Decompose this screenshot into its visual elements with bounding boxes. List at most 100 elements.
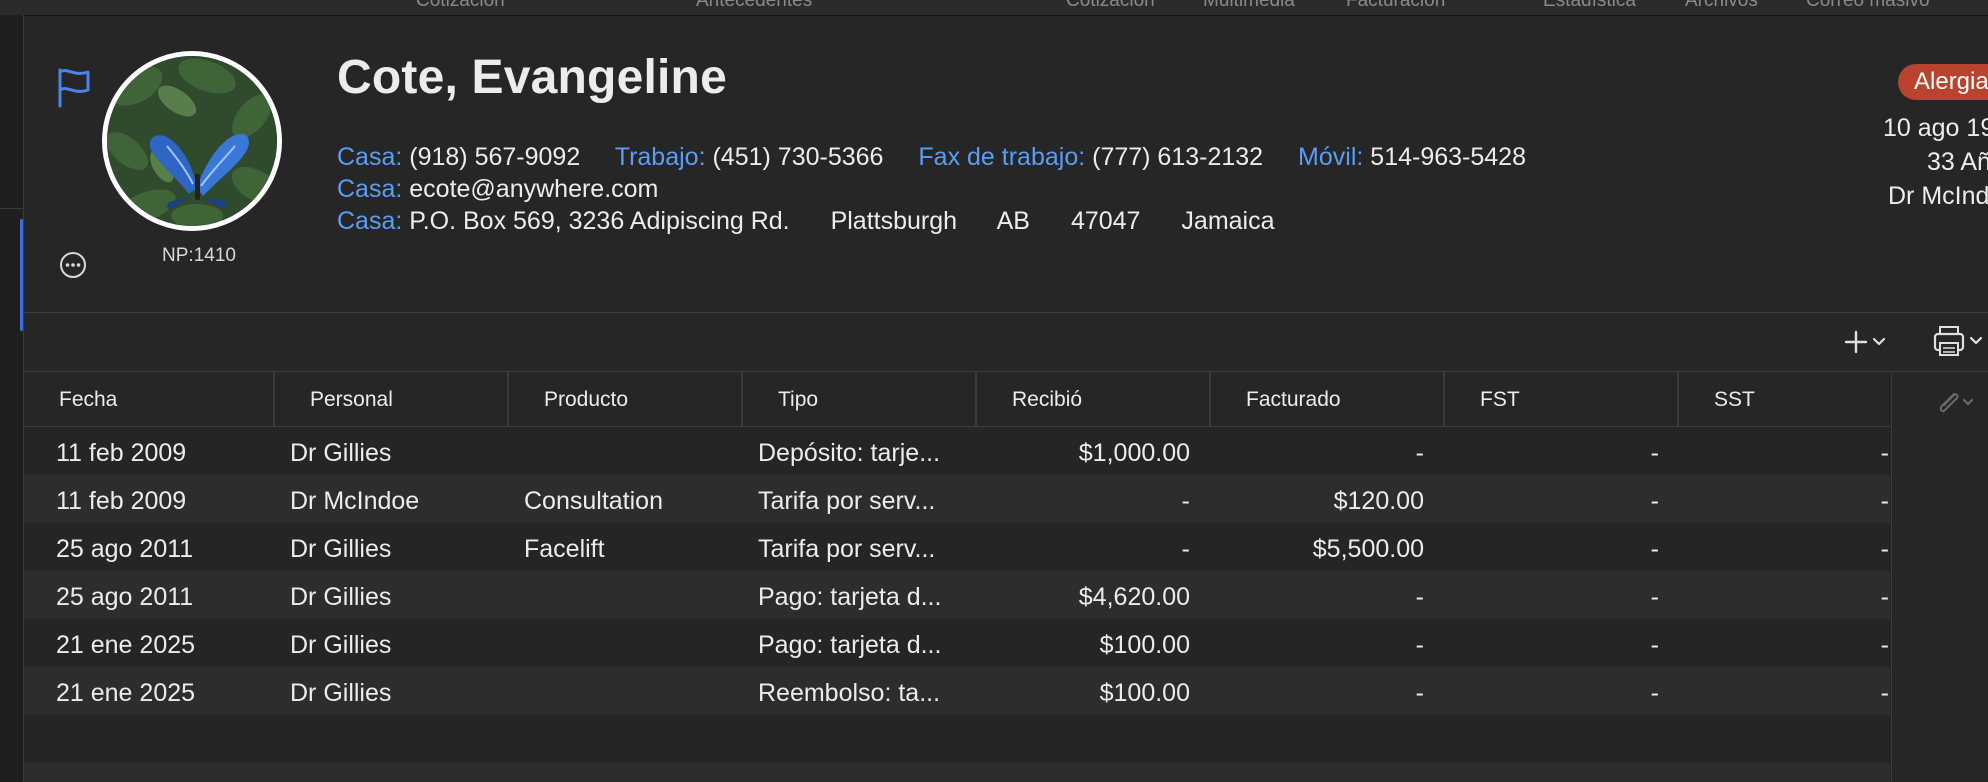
tab-multimedia[interactable]: Multimedia xyxy=(1203,0,1295,12)
tab-estadistica[interactable]: Estadística xyxy=(1543,0,1636,12)
column-header-tipo[interactable]: Tipo xyxy=(741,372,976,426)
cell-fst: - xyxy=(1650,487,1659,515)
table-row[interactable]: 21 ene 2025 Dr Gillies Pago: tarjeta d... $… xyxy=(24,619,1890,667)
patient-name: Cote, Evangeline xyxy=(337,51,727,104)
table-row[interactable]: 25 ago 2011 Dr Gillies Pago: tarjeta d... $… xyxy=(24,571,1890,619)
attachments-panel xyxy=(1891,372,1988,782)
patient-age: 33 Año xyxy=(1927,148,1988,176)
assigned-doctor: Dr McIndo xyxy=(1888,182,1988,210)
table-row[interactable]: 25 ago 2011 Dr Gillies Facelift Tarifa por … xyxy=(24,523,1890,571)
cell-personal: Dr Gillies xyxy=(290,535,392,563)
empty-row xyxy=(24,763,1890,782)
left-rail xyxy=(0,15,24,782)
cell-tipo: Depósito: tarje... xyxy=(758,439,941,467)
cell-fst: - xyxy=(1650,583,1659,611)
cell-producto xyxy=(524,667,744,715)
cell-recibio: $1,000.00 xyxy=(1078,439,1190,467)
cell-facturado: - xyxy=(1415,679,1424,707)
cell-fecha: 25 ago 2011 xyxy=(56,583,194,611)
plus-icon[interactable] xyxy=(1842,327,1898,357)
cell-tipo: Tarifa por serv... xyxy=(758,535,936,563)
address-city[interactable]: Plattsburgh xyxy=(831,207,957,235)
cell-personal: Dr McIndoe xyxy=(290,487,420,515)
cell-fst: - xyxy=(1650,679,1659,707)
cell-facturado: - xyxy=(1415,583,1424,611)
paperclip-icon[interactable] xyxy=(1934,388,1974,418)
cell-tipo: Pago: tarjeta d... xyxy=(758,631,942,659)
cell-producto xyxy=(524,619,744,667)
top-tab-strip: Cotización Antecedentes Cotización Multi… xyxy=(0,0,1988,16)
cell-personal: Dr Gillies xyxy=(290,439,392,467)
printer-icon[interactable] xyxy=(1929,323,1988,359)
address-zip[interactable]: 47047 xyxy=(1071,207,1141,235)
cell-producto xyxy=(524,571,744,619)
cell-facturado: $120.00 xyxy=(1333,487,1424,515)
tab-correo-masivo[interactable]: Correo masivo xyxy=(1806,0,1930,12)
date-of-birth: 10 ago 199 xyxy=(1883,114,1988,142)
transactions-table: Fecha Personal Producto Tipo Recibió Fac… xyxy=(24,372,1890,782)
cell-tipo: Tarifa por serv... xyxy=(758,487,936,515)
column-header-facturado[interactable]: Facturado xyxy=(1209,372,1444,426)
cell-facturado: $5,500.00 xyxy=(1312,535,1424,563)
tab-cotizacion-2[interactable]: Cotización xyxy=(1066,0,1155,12)
email-value[interactable]: ecote@anywhere.com xyxy=(409,175,658,203)
cell-producto xyxy=(524,427,744,475)
cell-recibio: $100.00 xyxy=(1099,679,1190,707)
cell-sst: - xyxy=(1880,631,1889,659)
cell-fecha: 11 feb 2009 xyxy=(56,487,187,515)
column-header-fst[interactable]: FST xyxy=(1443,372,1678,426)
tab-archivos[interactable]: Archivos xyxy=(1685,0,1758,12)
cell-personal: Dr Gillies xyxy=(290,631,392,659)
column-header-personal[interactable]: Personal xyxy=(273,372,508,426)
address-line: Casa: P.O. Box 569, 3236 Adipiscing Rd. … xyxy=(337,207,1275,236)
phone-line: Casa: (918) 567-9092 Trabajo: (451) 730-… xyxy=(337,143,1526,172)
fax-work-label: Fax de trabajo: xyxy=(918,143,1086,171)
cell-personal: Dr Gillies xyxy=(290,583,392,611)
column-header-sst[interactable]: SST xyxy=(1677,372,1890,426)
tab-facturacion[interactable]: Facturación xyxy=(1346,0,1445,12)
table-row[interactable]: 11 feb 2009 Dr Gillies Depósito: tarje... $… xyxy=(24,427,1890,475)
column-header-recibio[interactable]: Recibió xyxy=(975,372,1210,426)
allergies-badge[interactable]: Alergias xyxy=(1898,64,1988,100)
butterfly-photo xyxy=(107,56,277,226)
cell-fst: - xyxy=(1650,439,1659,467)
patient-number: NP:1410 xyxy=(162,245,236,266)
rail-selection-indicator xyxy=(20,219,23,331)
address-label: Casa: xyxy=(337,207,403,235)
tab-antecedentes[interactable]: Antecedentes xyxy=(696,0,812,12)
tab-cotizacion[interactable]: Cotización xyxy=(416,0,505,12)
cell-sst: - xyxy=(1880,487,1889,515)
column-header-producto[interactable]: Producto xyxy=(507,372,742,426)
cell-recibio: - xyxy=(1181,487,1190,515)
column-header-fecha[interactable]: Fecha xyxy=(24,372,274,426)
fax-work-value[interactable]: (777) 613-2132 xyxy=(1092,143,1263,171)
cell-recibio: $4,620.00 xyxy=(1078,583,1190,611)
cell-sst: - xyxy=(1880,535,1889,563)
table-toolbar xyxy=(24,313,1988,372)
ellipsis-circle-icon[interactable] xyxy=(58,250,88,280)
table-row[interactable]: 11 feb 2009 Dr McIndoe Consultation Tarifa … xyxy=(24,475,1890,523)
cell-producto: Consultation xyxy=(524,487,663,515)
email-label: Casa: xyxy=(337,175,403,203)
address-region[interactable]: AB xyxy=(997,207,1030,235)
table-body: 11 feb 2009 Dr Gillies Depósito: tarje... $… xyxy=(24,427,1890,782)
table-row[interactable]: 21 ene 2025 Dr Gillies Reembolso: ta... $10… xyxy=(24,667,1890,715)
cell-tipo: Pago: tarjeta d... xyxy=(758,583,942,611)
flag-icon[interactable] xyxy=(54,66,94,108)
cell-recibio: - xyxy=(1181,535,1190,563)
phone-home-value[interactable]: (918) 567-9092 xyxy=(409,143,580,171)
email-line: Casa: ecote@anywhere.com xyxy=(337,175,658,204)
phone-mobile-value[interactable]: 514-963-5428 xyxy=(1370,143,1526,171)
address-country[interactable]: Jamaica xyxy=(1181,207,1274,235)
rail-divider xyxy=(0,208,23,209)
cell-fst: - xyxy=(1650,631,1659,659)
cell-facturado: - xyxy=(1415,439,1424,467)
cell-fecha: 11 feb 2009 xyxy=(56,439,187,467)
cell-tipo: Reembolso: ta... xyxy=(758,679,941,707)
phone-work-value[interactable]: (451) 730-5366 xyxy=(712,143,883,171)
phone-work-label: Trabajo: xyxy=(614,143,706,171)
table-header: Fecha Personal Producto Tipo Recibió Fac… xyxy=(24,372,1890,427)
avatar[interactable] xyxy=(102,51,282,231)
address-street[interactable]: P.O. Box 569, 3236 Adipiscing Rd. xyxy=(409,207,789,235)
cell-fecha: 21 ene 2025 xyxy=(56,631,196,659)
